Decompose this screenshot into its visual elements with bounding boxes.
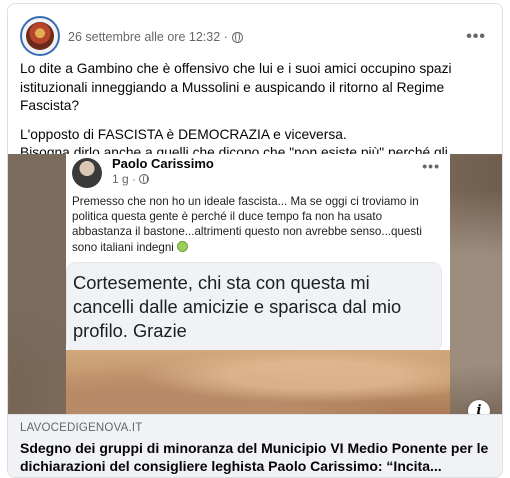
globe-icon[interactable] bbox=[231, 31, 243, 43]
post-timestamp[interactable]: 26 settembre alle ore 12:32 · bbox=[68, 30, 228, 44]
inner-quote-text: Cortesemente, chi sta con questa mi canc… bbox=[73, 272, 402, 341]
link-title[interactable]: Sdegno dei gruppi di minoranza del Munic… bbox=[20, 439, 492, 475]
post-paragraph-2-line-1: L'opposto di FASCISTA è DEMOCRAZIA e vic… bbox=[20, 126, 347, 142]
inner-more-icon: ••• bbox=[422, 158, 440, 174]
post-card: 26 settembre alle ore 12:32 · ••• Lo dit… bbox=[7, 3, 503, 478]
post-header: 26 settembre alle ore 12:32 · ••• bbox=[20, 16, 490, 58]
inner-author-name: Paolo Carissimo bbox=[112, 156, 214, 171]
nauseated-face-icon bbox=[177, 240, 189, 252]
inner-author-avatar bbox=[72, 158, 102, 188]
inner-post-time: 1 g · bbox=[112, 172, 150, 186]
author-avatar[interactable] bbox=[20, 16, 60, 56]
link-domain: LAVOCEDIGENOVA.IT bbox=[20, 422, 143, 434]
inner-post-text-content: Premesso che non ho un ideale fascista..… bbox=[72, 195, 422, 254]
inner-globe-icon bbox=[139, 174, 150, 184]
post-meta: 26 settembre alle ore 12:32 · bbox=[68, 30, 243, 44]
screenshot-of-post: Paolo Carissimo 1 g · ••• Premesso che n… bbox=[66, 154, 450, 414]
post-paragraph-1: Lo dite a Gambino che è offensivo che lu… bbox=[20, 61, 452, 113]
shared-image[interactable]: Paolo Carissimo 1 g · ••• Premesso che n… bbox=[8, 154, 502, 414]
inner-quote-box: Cortesemente, chi sta con questa mi canc… bbox=[66, 262, 442, 352]
inner-photo bbox=[66, 350, 450, 414]
inner-time-text: 1 g · bbox=[112, 172, 137, 186]
link-preview[interactable]: LAVOCEDIGENOVA.IT Sdegno dei gruppi di m… bbox=[8, 414, 502, 477]
avatar-image bbox=[26, 22, 54, 50]
inner-post-text: Premesso che non ho un ideale fascista..… bbox=[72, 194, 442, 255]
more-options-icon[interactable]: ••• bbox=[466, 28, 486, 46]
